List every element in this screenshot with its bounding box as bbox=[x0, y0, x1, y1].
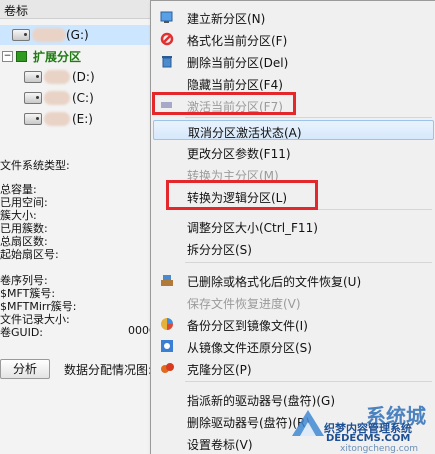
disk-icon bbox=[24, 92, 42, 104]
blurred-label bbox=[44, 112, 70, 126]
menu-item-label: 更改分区参数(F11) bbox=[187, 147, 291, 161]
menu-item-backup[interactable]: 备份分区到镜像文件(I) bbox=[151, 314, 435, 334]
menu-separator bbox=[185, 117, 432, 118]
format-icon bbox=[160, 32, 174, 46]
recover-icon bbox=[161, 275, 173, 286]
volume-label-header: 卷标 bbox=[4, 4, 29, 18]
menu-item-label: 克隆分区(P) bbox=[187, 363, 252, 377]
new-partition-icon bbox=[160, 11, 173, 23]
blurred-label bbox=[32, 28, 66, 42]
blurred-label bbox=[44, 91, 70, 105]
tree-item-label: (E:) bbox=[72, 112, 93, 126]
disk-icon bbox=[24, 71, 42, 83]
menu-item-label: 已删除或格式化后的文件恢复(U) bbox=[187, 275, 362, 289]
disk-icon bbox=[12, 29, 30, 41]
page: 卷标 (G:) − 扩展分区 (D:) (C:) (E:) 文件系统类型: 总容… bbox=[0, 0, 435, 454]
partition-tree-pane: 卷标 (G:) − 扩展分区 (D:) (C:) (E:) 文件系统类型: 总容… bbox=[0, 0, 163, 454]
disk-icon bbox=[24, 113, 42, 125]
tree-item-label: (D:) bbox=[72, 70, 95, 84]
tree-item-c[interactable]: (C:) bbox=[0, 88, 162, 108]
menu-item-label: 取消分区激活状态(A) bbox=[188, 126, 302, 140]
restore-icon bbox=[161, 340, 173, 352]
menu-item-cancel-activation[interactable]: 取消分区激活状态(A) bbox=[153, 120, 434, 140]
start-sector-label: 起始扇区号: bbox=[0, 248, 59, 261]
tree-item-label: (G:) bbox=[66, 28, 89, 42]
tree-item-g[interactable]: (G:) bbox=[0, 25, 162, 45]
watermark: 系统城 织梦内容管理系统 DEDECMS.COM xitongcheng.com bbox=[280, 400, 435, 454]
clone-icon bbox=[161, 363, 174, 373]
menu-item-save-progress: 保存文件恢复进度(V) bbox=[151, 292, 435, 312]
fs-type-label: 文件系统类型: bbox=[0, 159, 70, 172]
menu-item-label: 保存文件恢复进度(V) bbox=[187, 297, 301, 311]
menu-separator bbox=[185, 262, 432, 263]
menu-item-delete[interactable]: 删除当前分区(Del) bbox=[151, 51, 435, 71]
menu-item-resize[interactable]: 调整分区大小(Ctrl_F11) bbox=[151, 216, 435, 236]
menu-item-clone[interactable]: 克隆分区(P) bbox=[151, 358, 435, 378]
menu-item-restore[interactable]: 从镜像文件还原分区(S) bbox=[151, 336, 435, 356]
tree-item-label: 扩展分区 bbox=[33, 50, 82, 64]
collapse-icon[interactable]: − bbox=[2, 51, 13, 62]
tree-item-d[interactable]: (D:) bbox=[0, 67, 162, 87]
context-menu: 建立新分区(N) 格式化当前分区(F) 删除当前分区(Del) 隐藏当前分区(F… bbox=[150, 0, 435, 454]
menu-item-label: 设置卷标(V) bbox=[187, 438, 253, 452]
menu-item-label: 建立新分区(N) bbox=[187, 12, 266, 26]
menu-item-split[interactable]: 拆分分区(S) bbox=[151, 238, 435, 258]
menu-item-label: 拆分分区(S) bbox=[187, 243, 252, 257]
menu-item-change-params[interactable]: 更改分区参数(F11) bbox=[151, 142, 435, 162]
menu-item-file-recovery[interactable]: 已删除或格式化后的文件恢复(U) bbox=[151, 270, 435, 290]
trash-icon bbox=[162, 56, 172, 68]
highlight-box-activate bbox=[152, 92, 296, 115]
tree-item-e[interactable]: (E:) bbox=[0, 109, 162, 129]
watermark-text: DEDECMS.COM bbox=[326, 433, 411, 444]
menu-item-hide[interactable]: 隐藏当前分区(F4) bbox=[151, 73, 435, 93]
menu-item-label: 调整分区大小(Ctrl_F11) bbox=[187, 221, 318, 235]
menu-item-new-partition[interactable]: 建立新分区(N) bbox=[151, 7, 435, 27]
extended-partition-icon bbox=[16, 51, 27, 62]
tree-item-extended[interactable]: − 扩展分区 bbox=[0, 46, 162, 66]
volume-guid-label: 卷GUID: bbox=[0, 326, 43, 339]
highlight-box-convert-logical bbox=[166, 180, 318, 210]
blurred-label bbox=[44, 70, 70, 84]
analyze-button[interactable]: 分析 bbox=[0, 359, 50, 379]
menu-item-label: 格式化当前分区(F) bbox=[187, 34, 288, 48]
menu-separator bbox=[185, 381, 432, 382]
menu-item-label: 从镜像文件还原分区(S) bbox=[187, 341, 312, 355]
menu-item-label: 隐藏当前分区(F4) bbox=[187, 78, 283, 92]
menu-item-format[interactable]: 格式化当前分区(F) bbox=[151, 29, 435, 49]
menu-item-label: 备份分区到镜像文件(I) bbox=[187, 319, 308, 333]
menu-item-label: 删除当前分区(Del) bbox=[187, 56, 289, 70]
tree-item-label: (C:) bbox=[72, 91, 94, 105]
backup-icon bbox=[161, 318, 173, 330]
watermark-text: xitongcheng.com bbox=[340, 444, 418, 454]
data-allocation-label: 数据分配情况图: bbox=[64, 363, 153, 377]
watermark-logo-icon bbox=[292, 410, 324, 436]
tree-header: 卷标 bbox=[0, 0, 162, 19]
